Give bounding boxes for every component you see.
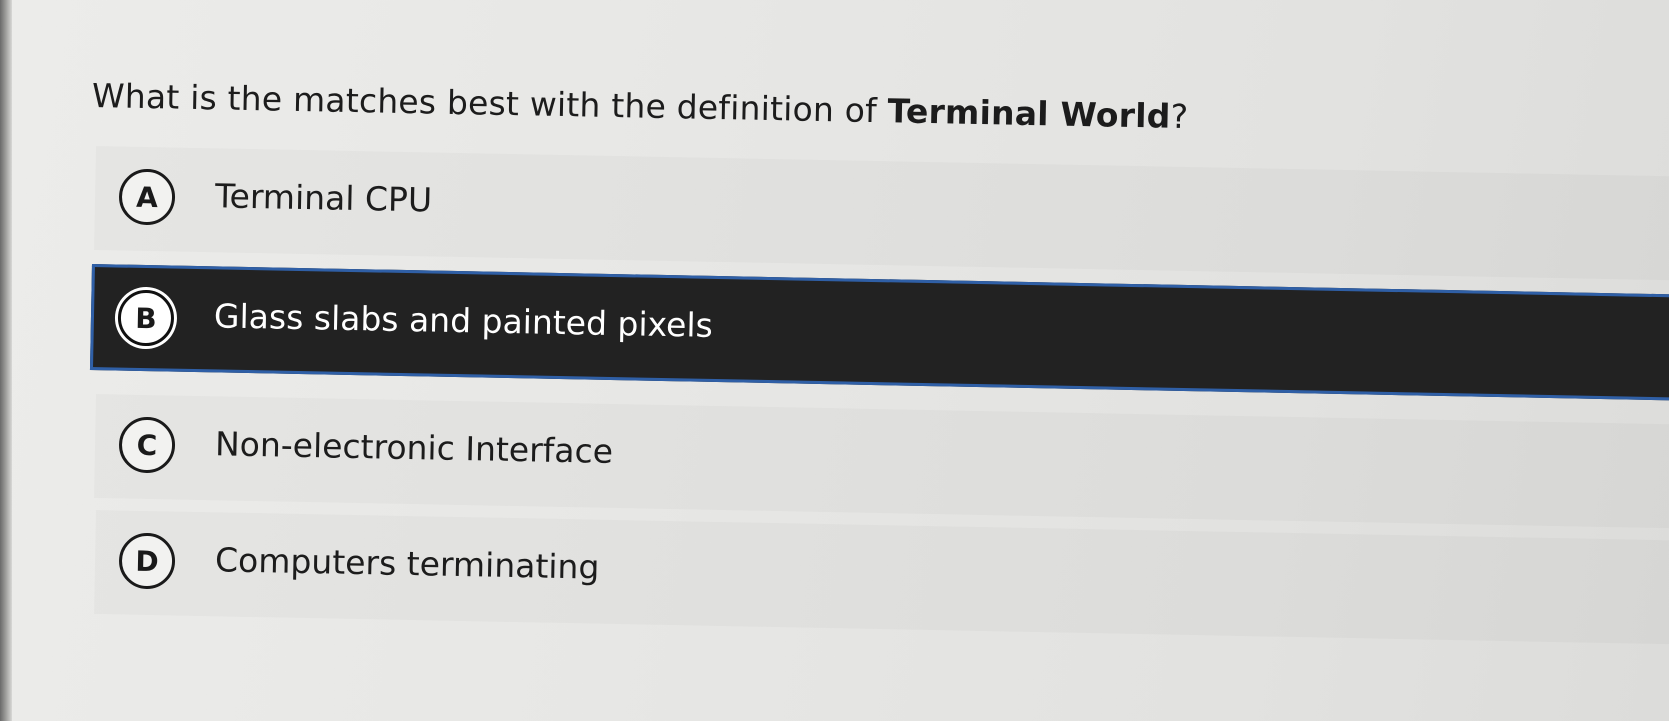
question-term: Terminal World	[887, 91, 1171, 136]
question-text: What is the matches best with the defini…	[92, 76, 1189, 136]
option-c-letter-circle: C	[118, 416, 176, 474]
option-c-label: Non-electronic Interface	[214, 424, 614, 471]
question-prefix: What is the matches best with the defini…	[91, 76, 889, 131]
option-a-letter-circle: A	[118, 168, 176, 226]
option-d-letter-circle: D	[118, 532, 176, 590]
option-d[interactable]: D Computers terminating	[94, 510, 1669, 645]
option-b-letter-circle: B	[117, 289, 175, 347]
question-suffix: ?	[1170, 96, 1189, 137]
option-c[interactable]: C Non-electronic Interface	[94, 394, 1669, 529]
option-a-label: Terminal CPU	[214, 176, 433, 220]
option-b-selected[interactable]: B Glass slabs and painted pixels	[89, 264, 1669, 401]
option-b-label: Glass slabs and painted pixels	[213, 296, 714, 345]
screen-bezel-edge	[0, 0, 12, 721]
option-d-label: Computers terminating	[214, 540, 600, 587]
option-a[interactable]: A Terminal CPU	[94, 146, 1669, 281]
